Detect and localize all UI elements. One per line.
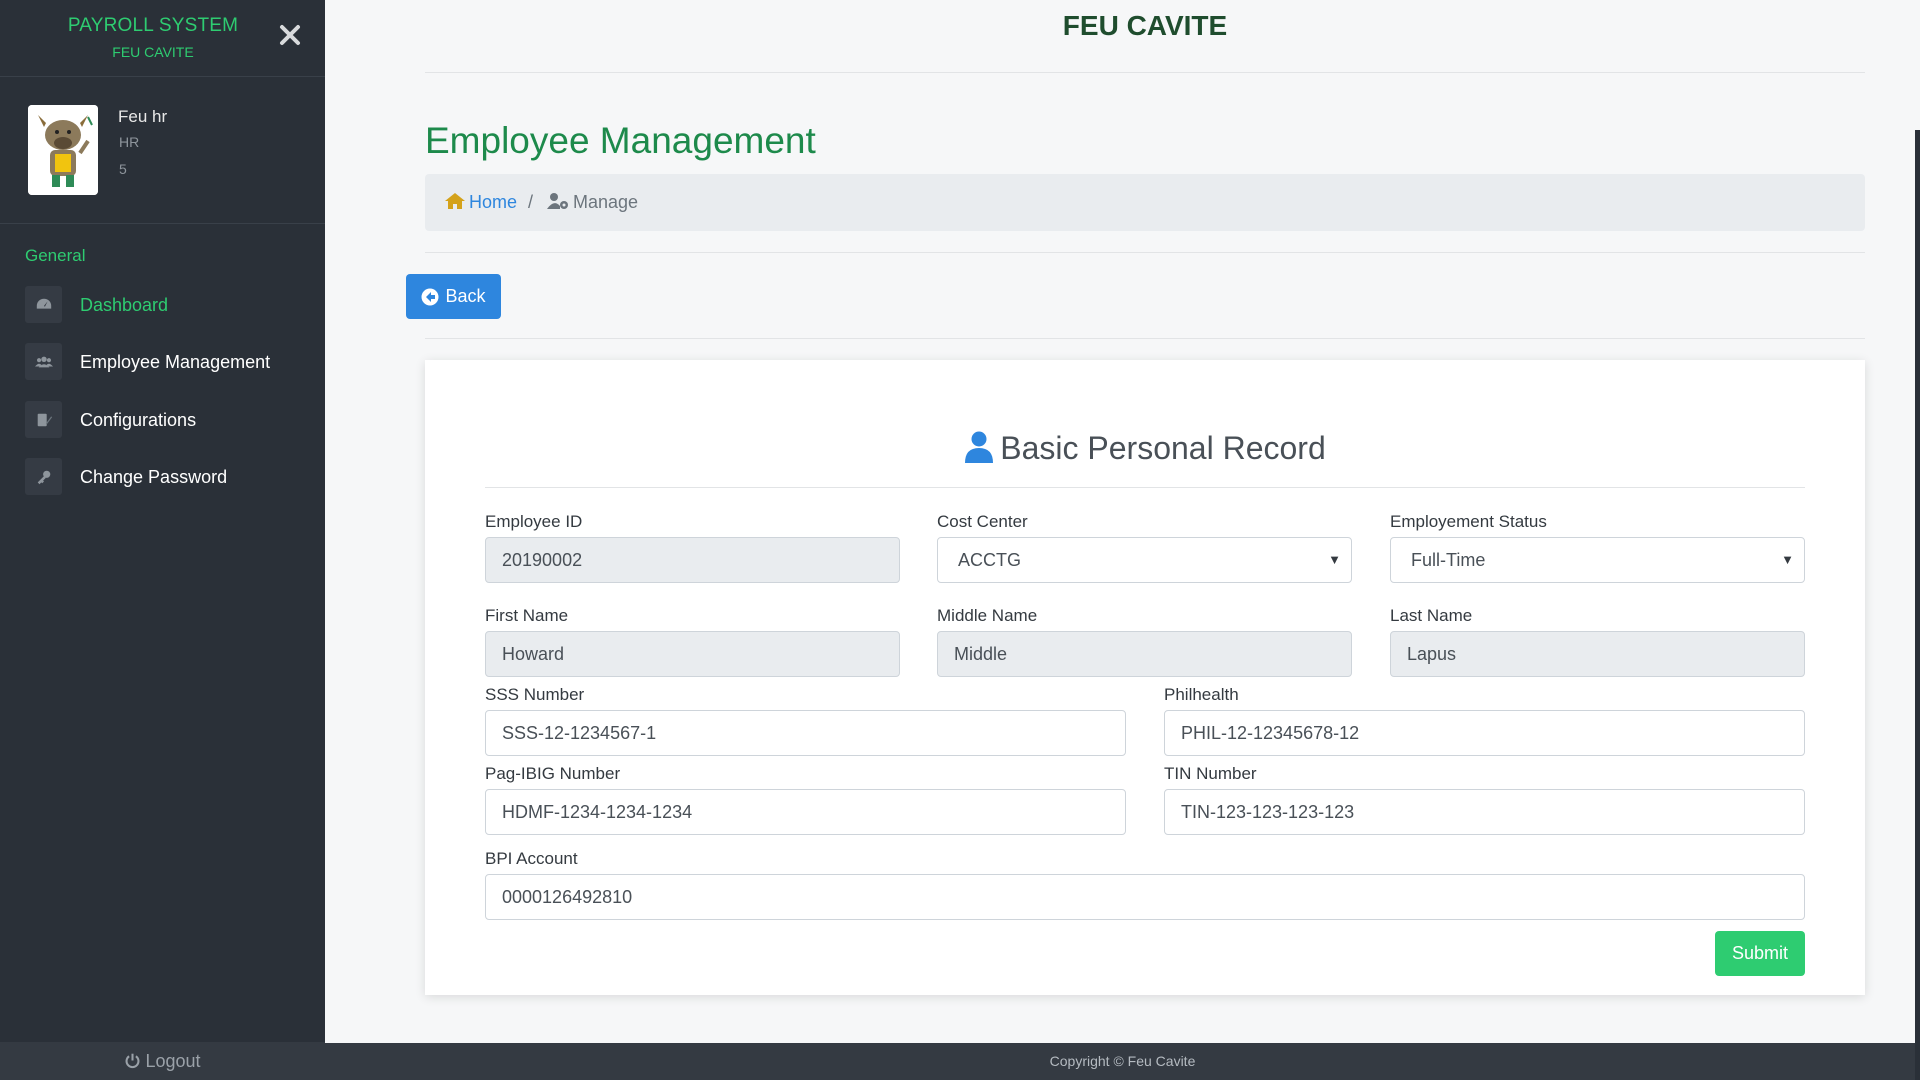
tin-input[interactable]	[1164, 789, 1805, 835]
sss-label: SSS Number	[485, 685, 585, 704]
scrollbar[interactable]	[1915, 130, 1920, 1080]
close-icon[interactable]	[277, 22, 303, 48]
profile-role: HR	[119, 134, 140, 150]
profile-name: Feu hr	[118, 107, 168, 126]
breadcrumb-separator: /	[528, 192, 534, 212]
brand-subtitle: FEU CAVITE	[112, 44, 194, 60]
back-label: Back	[445, 286, 486, 306]
cost-center-label: Cost Center	[937, 512, 1028, 531]
page-title: Employee Management	[425, 120, 816, 161]
sidebar-item-change-password[interactable]: Change Password	[25, 456, 315, 498]
bpi-label: BPI Account	[485, 849, 578, 868]
divider	[425, 252, 1865, 253]
employee-id-label: Employee ID	[485, 512, 583, 531]
pagibig-label: Pag-IBIG Number	[485, 764, 621, 783]
cost-center-value: ACCTG	[958, 550, 1021, 570]
breadcrumb-current: Manage	[547, 192, 638, 213]
employee-id-input[interactable]	[485, 537, 900, 583]
power-icon	[126, 1053, 140, 1069]
user-icon	[965, 431, 994, 463]
avatar	[28, 105, 98, 195]
philhealth-input[interactable]	[1164, 710, 1805, 756]
users-icon	[25, 343, 62, 380]
middle-name-label: Middle Name	[937, 606, 1038, 625]
middle-name-input[interactable]	[937, 631, 1352, 677]
employment-status-value: Full-Time	[1411, 550, 1486, 570]
employment-status-select[interactable]: Full-Time ▼	[1390, 537, 1805, 583]
brand-title: PAYROLL SYSTEM	[67, 15, 239, 36]
last-name-input[interactable]	[1390, 631, 1805, 677]
first-name-label: First Name	[485, 606, 569, 625]
sidebar-item-employee-management[interactable]: Employee Management	[25, 341, 315, 383]
back-button[interactable]: Back	[406, 274, 501, 319]
personal-record-card: Basic Personal Record Employee ID Cost C…	[425, 360, 1865, 995]
sidebar: PAYROLL SYSTEM FEU CAVITE Feu hr HR 5 Ge…	[0, 0, 325, 1080]
footer: Copyright © Feu Cavite	[325, 1043, 1920, 1080]
sidebar-item-label: Dashboard	[80, 295, 169, 315]
tachometer-icon	[25, 286, 62, 323]
sidebar-item-label: Change Password	[80, 467, 228, 487]
breadcrumb: Home / Manage	[425, 174, 1865, 231]
header-title: FEU CAVITE	[1062, 10, 1228, 41]
profile-number: 5	[119, 161, 127, 177]
philhealth-label: Philhealth	[1164, 685, 1239, 704]
section-title-general: General	[25, 246, 86, 265]
sidebar-item-label: Configurations	[80, 410, 197, 430]
arrow-circle-left-icon	[421, 288, 439, 305]
submit-button[interactable]: Submit	[1715, 931, 1805, 976]
config-icon	[25, 401, 62, 438]
key-icon	[25, 458, 62, 495]
caret-down-icon: ▼	[1781, 552, 1794, 567]
sss-input[interactable]	[485, 710, 1126, 756]
card-title-text: Basic Personal Record	[1000, 430, 1326, 466]
logout-button[interactable]: Logout	[0, 1042, 325, 1080]
sidebar-item-configurations[interactable]: Configurations	[25, 399, 315, 441]
sidebar-item-label: Employee Management	[80, 352, 271, 372]
last-name-label: Last Name	[1390, 606, 1473, 625]
divider	[425, 338, 1865, 339]
user-cog-icon	[547, 193, 568, 209]
breadcrumb-current-label: Manage	[573, 192, 639, 212]
sidebar-brand: PAYROLL SYSTEM FEU CAVITE	[0, 0, 325, 77]
card-divider	[485, 487, 1805, 488]
breadcrumb-home-link[interactable]: Home	[445, 192, 517, 213]
home-icon	[445, 193, 465, 209]
first-name-input[interactable]	[485, 631, 900, 677]
pagibig-input[interactable]	[485, 789, 1126, 835]
cost-center-select[interactable]: ACCTG ▼	[937, 537, 1352, 583]
caret-down-icon: ▼	[1328, 552, 1341, 567]
divider	[425, 72, 1865, 73]
tin-label: TIN Number	[1164, 764, 1257, 783]
logout-label: Logout	[145, 1051, 201, 1071]
card-title: Basic Personal Record	[425, 430, 1865, 467]
sidebar-item-dashboard[interactable]: Dashboard	[25, 284, 315, 326]
employment-status-label: Employement Status	[1390, 512, 1547, 531]
breadcrumb-home-label: Home	[469, 192, 518, 212]
bpi-input[interactable]	[485, 874, 1805, 920]
